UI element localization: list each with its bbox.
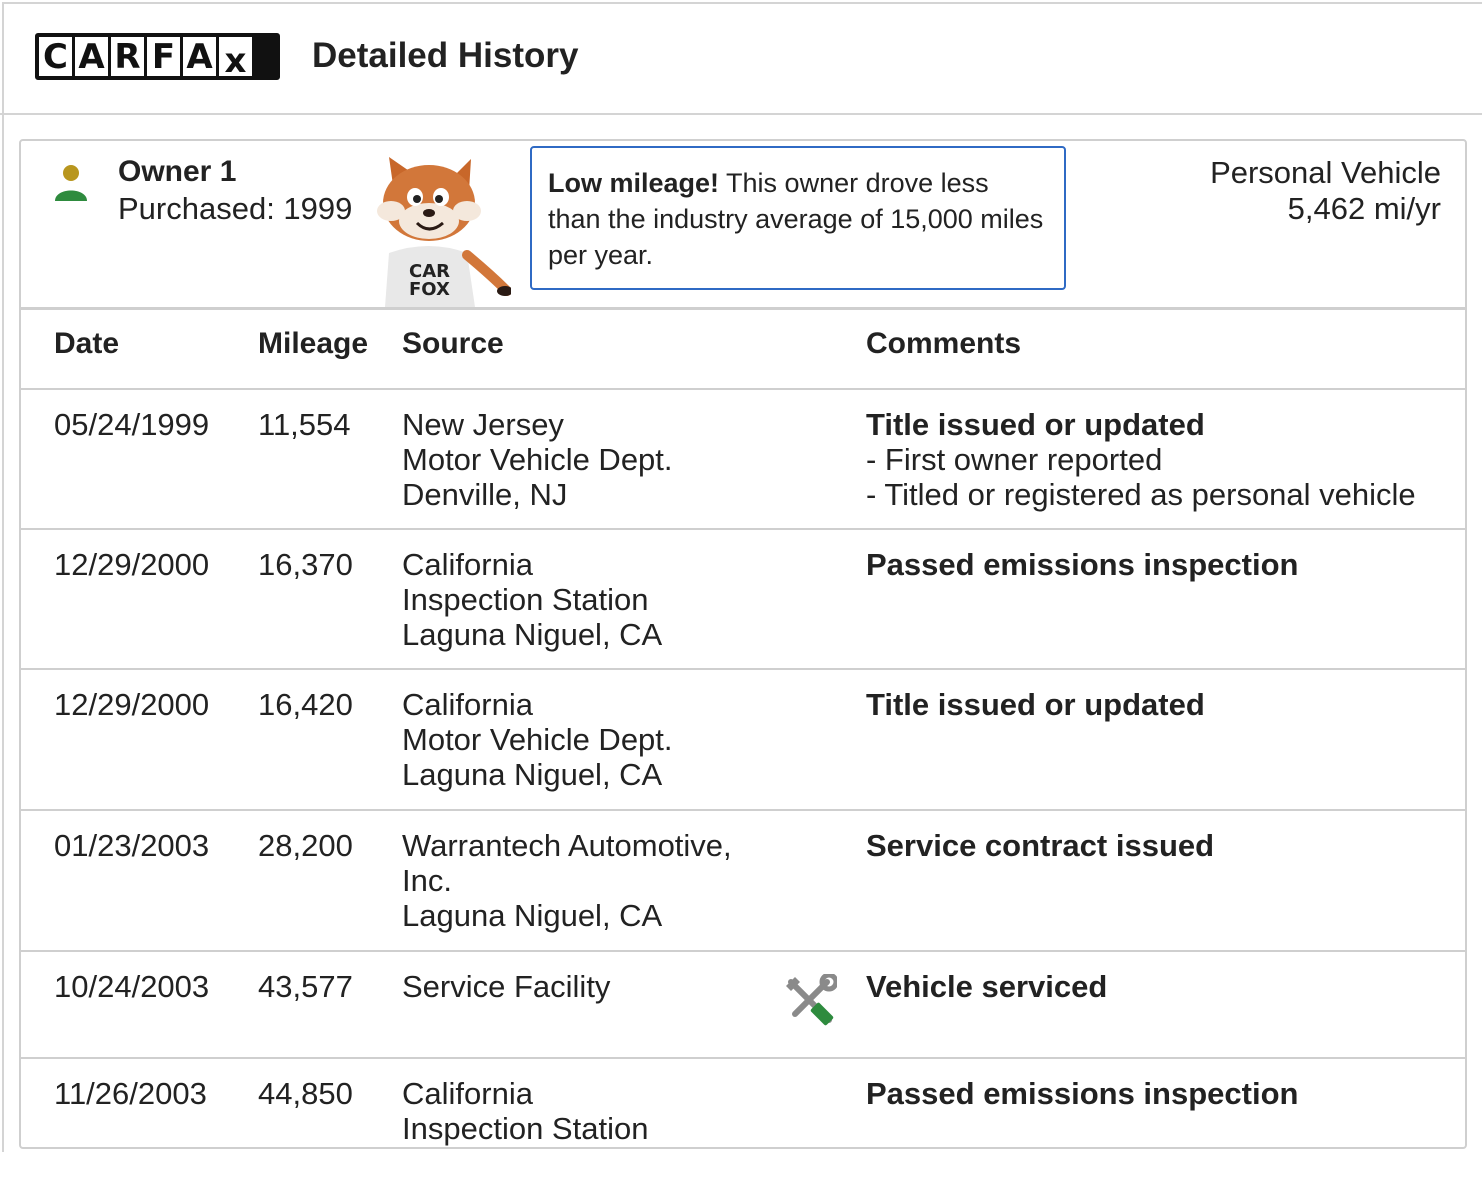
carfox-mascot-icon: CAR FOX bbox=[377, 157, 511, 307]
row-comments: Passed emissions inspection bbox=[866, 547, 1456, 582]
logo-letter: C bbox=[39, 37, 72, 76]
row-comments: Passed emissions inspection bbox=[866, 1076, 1456, 1111]
source-line: Motor Vehicle Dept. bbox=[402, 442, 673, 477]
comment-title: Passed emissions inspection bbox=[866, 547, 1299, 582]
vehicle-type: Personal Vehicle bbox=[1210, 155, 1441, 190]
row-mileage: 28,200 bbox=[258, 828, 353, 863]
row-date: 05/24/1999 bbox=[54, 407, 210, 442]
source-line: Warrantech Automotive, bbox=[402, 828, 732, 863]
column-header-comments: Comments bbox=[866, 327, 1022, 360]
table-row: 01/23/2003 28,200 Warrantech Automotive,… bbox=[21, 811, 1465, 952]
column-header-date: Date bbox=[54, 327, 120, 360]
column-header-source: Source bbox=[402, 327, 504, 360]
source-line: Laguna Niguel, CA bbox=[402, 617, 663, 652]
row-comments: Service contract issued bbox=[866, 828, 1456, 863]
owner-purchased: Purchased: 1999 bbox=[118, 191, 353, 226]
source-line: California bbox=[402, 1076, 533, 1111]
source-line: Inspection Station bbox=[402, 582, 649, 617]
carfax-logo: C A R F A x bbox=[35, 33, 280, 80]
row-comments: Title issued or updated bbox=[866, 687, 1456, 722]
row-source: California Motor Vehicle Dept. Laguna Ni… bbox=[402, 687, 822, 792]
comment-title: Title issued or updated bbox=[866, 687, 1205, 722]
table-row: 05/24/1999 11,554 New Jersey Motor Vehic… bbox=[21, 390, 1465, 530]
comment-title: Service contract issued bbox=[866, 828, 1215, 863]
source-line: Service Facility bbox=[402, 969, 611, 1004]
row-source: New Jersey Motor Vehicle Dept. Denville,… bbox=[402, 407, 822, 512]
logo-letter: x bbox=[219, 37, 252, 78]
page-title: Detailed History bbox=[312, 36, 579, 75]
low-mileage-callout: Low mileage! This owner drove less than … bbox=[530, 146, 1066, 290]
row-date: 11/26/2003 bbox=[54, 1076, 207, 1111]
owner-history-card: Owner 1 Purchased: 1999 CAR FOX Low mile… bbox=[19, 139, 1467, 1149]
row-mileage: 43,577 bbox=[258, 969, 353, 1004]
row-mileage: 11,554 bbox=[258, 407, 351, 442]
mascot-shirt-text: FOX bbox=[409, 279, 450, 300]
row-mileage: 16,420 bbox=[258, 687, 353, 722]
row-source: California Inspection Station bbox=[402, 1076, 822, 1146]
row-mileage: 16,370 bbox=[258, 547, 353, 582]
row-date: 12/29/2000 bbox=[54, 547, 210, 582]
row-source: California Inspection Station Laguna Nig… bbox=[402, 547, 822, 652]
row-source: Warrantech Automotive, Inc. Laguna Nigue… bbox=[402, 828, 822, 933]
source-line: New Jersey bbox=[402, 407, 564, 442]
row-date: 01/23/2003 bbox=[54, 828, 210, 863]
comment-title: Title issued or updated bbox=[866, 407, 1205, 442]
source-line: Inc. bbox=[402, 863, 452, 898]
source-line: California bbox=[402, 547, 533, 582]
row-comments: Title issued or updated - First owner re… bbox=[866, 407, 1456, 512]
source-line: Motor Vehicle Dept. bbox=[402, 722, 673, 757]
comment-title: Passed emissions inspection bbox=[866, 1076, 1299, 1111]
source-line: Laguna Niguel, CA bbox=[402, 898, 663, 933]
comment-detail: - First owner reported bbox=[866, 442, 1163, 477]
row-comments: Vehicle serviced bbox=[866, 969, 1456, 1004]
source-line: Denville, NJ bbox=[402, 477, 568, 512]
source-line: California bbox=[402, 687, 533, 722]
table-row: 12/29/2000 16,370 California Inspection … bbox=[21, 530, 1465, 670]
report-header: C A R F A x Detailed History bbox=[0, 0, 1482, 115]
logo-letter: F bbox=[147, 37, 180, 76]
source-line: Laguna Niguel, CA bbox=[402, 757, 663, 792]
owner-summary: Owner 1 Purchased: 1999 CAR FOX Low mile… bbox=[21, 141, 1465, 310]
logo-letter: A bbox=[183, 37, 216, 76]
callout-highlight: Low mileage! bbox=[548, 168, 720, 198]
comment-detail: - Titled or registered as personal vehic… bbox=[866, 477, 1416, 512]
row-date: 12/29/2000 bbox=[54, 687, 210, 722]
table-header: Date Mileage Source Comments bbox=[21, 310, 1465, 390]
table-row: 10/24/2003 43,577 Service Facility Vehic… bbox=[21, 952, 1465, 1059]
table-row: 12/29/2000 16,420 California Motor Vehic… bbox=[21, 670, 1465, 811]
table-row: 11/26/2003 44,850 California Inspection … bbox=[21, 1059, 1465, 1197]
miles-per-year: 5,462 mi/yr bbox=[1287, 191, 1441, 226]
logo-letter: R bbox=[111, 37, 144, 76]
logo-letter: A bbox=[75, 37, 108, 76]
history-table: Date Mileage Source Comments 05/24/1999 … bbox=[21, 310, 1465, 1197]
column-header-mileage: Mileage bbox=[258, 327, 369, 360]
wrench-screwdriver-icon bbox=[786, 974, 837, 1026]
person-icon bbox=[55, 165, 87, 201]
row-date: 10/24/2003 bbox=[54, 969, 210, 1004]
row-mileage: 44,850 bbox=[258, 1076, 353, 1111]
source-line: Inspection Station bbox=[402, 1111, 649, 1146]
comment-title: Vehicle serviced bbox=[866, 969, 1108, 1004]
row-source: Service Facility bbox=[402, 969, 822, 1004]
owner-name: Owner 1 bbox=[118, 155, 237, 188]
